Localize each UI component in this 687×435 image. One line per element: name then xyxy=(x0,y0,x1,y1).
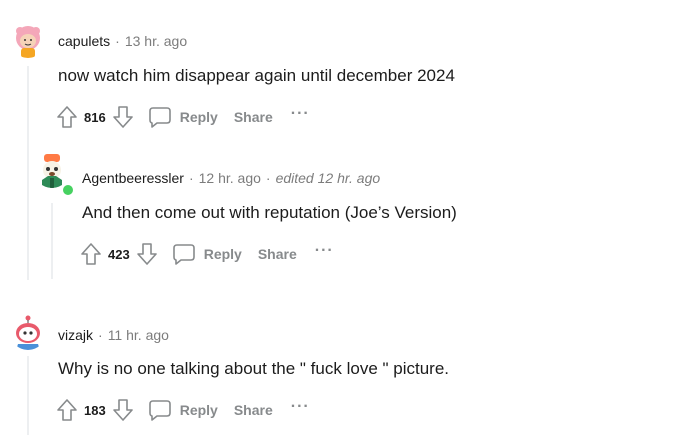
comment-bubble-icon xyxy=(148,400,171,421)
share-button[interactable]: Share xyxy=(234,402,273,418)
reply-button[interactable]: Reply xyxy=(172,242,242,266)
thread-line-nested[interactable] xyxy=(51,203,53,279)
separator: · xyxy=(98,327,103,343)
avatar-image xyxy=(10,314,46,350)
avatar[interactable] xyxy=(10,314,46,350)
comment-text: now watch him disappear again until dece… xyxy=(58,66,455,85)
more-options-icon[interactable]: ··· xyxy=(315,243,334,262)
online-status-icon xyxy=(61,183,75,197)
comment-actions: 423 Reply Share ··· xyxy=(80,240,334,268)
separator: · xyxy=(265,170,271,186)
avatar[interactable] xyxy=(10,22,46,58)
more-options-icon[interactable]: ··· xyxy=(291,399,310,418)
comment-meta: Agentbeeressler · 12 hr. ago · edited 12 hr.… xyxy=(82,170,380,186)
reply-label: Reply xyxy=(203,246,242,262)
arrow-up-icon xyxy=(57,399,77,421)
comment-meta: vizajk · 11 hr. ago xyxy=(58,327,169,343)
username[interactable]: capulets xyxy=(58,33,110,49)
reply-button[interactable]: Reply xyxy=(148,398,218,422)
arrow-down-icon xyxy=(112,399,133,421)
arrow-down-icon xyxy=(136,243,157,265)
share-button[interactable]: Share xyxy=(258,246,297,262)
separator: · xyxy=(115,33,120,49)
comment-actions: 183 Reply Share ··· xyxy=(56,396,310,424)
arrow-up-icon xyxy=(81,243,101,265)
downvote-button[interactable] xyxy=(112,105,134,129)
comment-bubble-icon xyxy=(148,107,171,128)
timestamp[interactable]: 12 hr. ago xyxy=(199,170,261,186)
upvote-button[interactable] xyxy=(56,105,78,129)
comment-bubble-icon xyxy=(172,244,195,265)
vote-count: 183 xyxy=(84,402,106,418)
arrow-up-icon xyxy=(57,106,77,128)
upvote-button[interactable] xyxy=(80,242,102,266)
arrow-down-icon xyxy=(112,106,133,128)
share-button[interactable]: Share xyxy=(234,109,273,125)
comment-text: Why is no one talking about the " fuck l… xyxy=(58,359,449,378)
separator: · xyxy=(188,170,194,186)
comment-text: And then come out with reputation (Joe’s… xyxy=(82,203,457,222)
avatar-image xyxy=(10,22,46,58)
reply-button[interactable]: Reply xyxy=(148,105,218,129)
comment-actions: 816 Reply Share ··· xyxy=(56,103,310,131)
downvote-button[interactable] xyxy=(112,398,134,422)
timestamp[interactable]: 11 hr. ago xyxy=(108,327,169,343)
timestamp[interactable]: 13 hr. ago xyxy=(125,33,187,49)
more-options-icon[interactable]: ··· xyxy=(291,106,310,125)
reply-label: Reply xyxy=(179,109,218,125)
upvote-button[interactable] xyxy=(56,398,78,422)
vote-count: 423 xyxy=(108,246,130,262)
username[interactable]: vizajk xyxy=(58,327,93,343)
comment-meta: capulets · 13 hr. ago xyxy=(58,33,187,49)
thread-line[interactable] xyxy=(27,356,29,435)
thread-line[interactable] xyxy=(27,66,29,280)
vote-count: 816 xyxy=(84,109,106,125)
username[interactable]: Agentbeeressler xyxy=(82,170,184,186)
reply-label: Reply xyxy=(179,402,218,418)
downvote-button[interactable] xyxy=(136,242,158,266)
edited-label: edited 12 hr. ago xyxy=(275,170,381,186)
